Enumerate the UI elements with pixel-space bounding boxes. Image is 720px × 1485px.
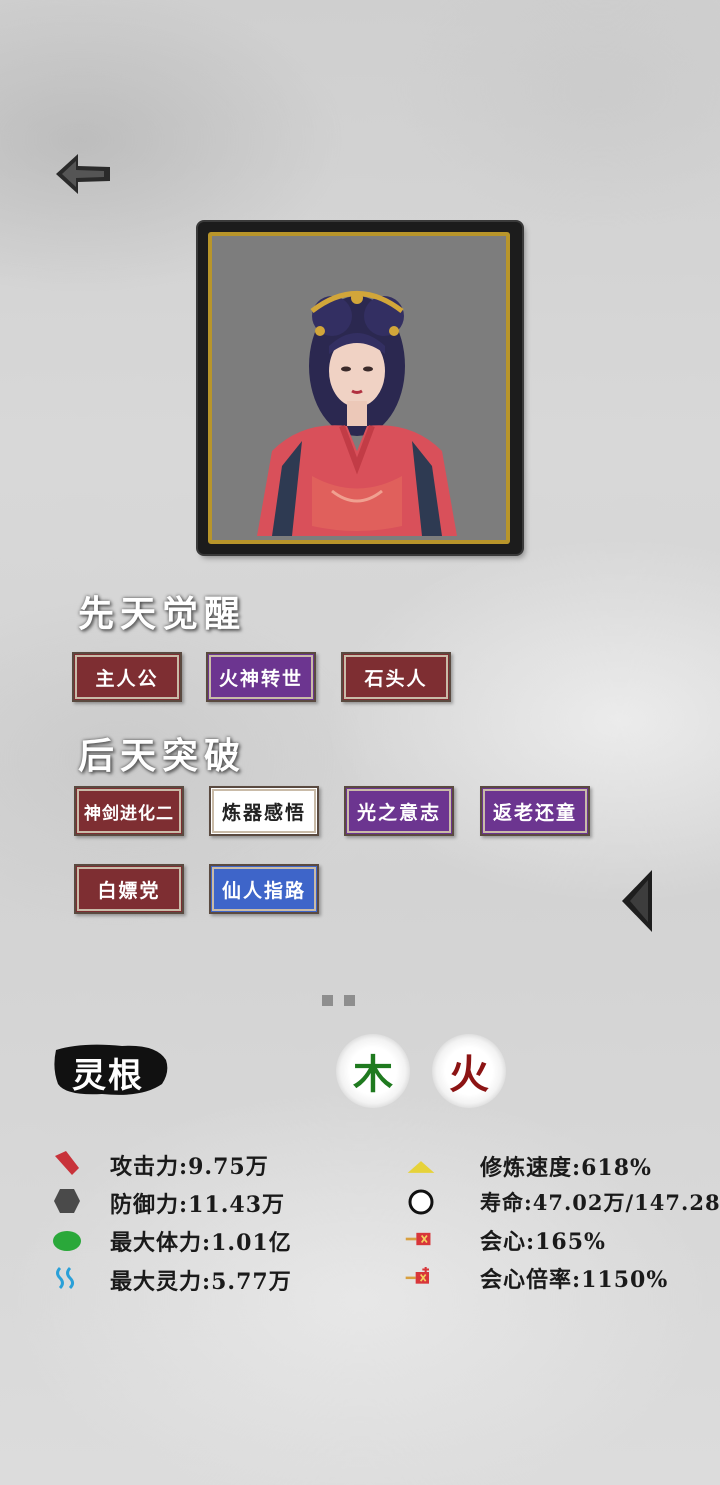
element-fire[interactable]: 火 <box>432 1034 506 1108</box>
trait-protagonist[interactable]: 主人公 <box>72 652 182 702</box>
lifespan-stat: 寿命:47.02万/147.28万 <box>480 1190 720 1215</box>
spirit-root-badge: 灵根 <box>52 1040 170 1100</box>
character-illustration <box>257 291 457 536</box>
trait-forging-insight[interactable]: 炼器感悟 <box>209 786 319 836</box>
trait-rejuvenation[interactable]: 返老还童 <box>480 786 590 836</box>
defense-icon <box>52 1186 82 1216</box>
lifespan-icon <box>406 1187 436 1217</box>
character-portrait <box>208 232 510 544</box>
trait-freeloader[interactable]: 白嫖党 <box>74 864 184 914</box>
trait-divine-sword-evolution[interactable]: 神剑进化二 <box>74 786 184 836</box>
acquired-breakthrough-title: 后天突破 <box>78 735 247 777</box>
page-indicator-dot <box>322 995 333 1006</box>
critical-stat: 会心:165% <box>480 1229 606 1255</box>
trait-fire-god-reincarnation[interactable]: 火神转世 <box>206 652 316 702</box>
page-indicator-dot <box>344 995 355 1006</box>
max-spirit-stat: 最大灵力:5.77万 <box>110 1269 292 1295</box>
defense-stat: 防御力:11.43万 <box>110 1192 286 1218</box>
trait-will-of-light[interactable]: 光之意志 <box>344 786 454 836</box>
critical-multiplier-icon <box>404 1262 434 1292</box>
back-arrow-icon <box>56 154 110 194</box>
spirit-power-icon <box>52 1264 82 1294</box>
attack-stat: 攻击力:9.75万 <box>110 1154 269 1180</box>
back-button[interactable] <box>52 150 114 200</box>
critical-multiplier-stat: 会心倍率:1150% <box>480 1267 669 1293</box>
page-prev-button[interactable] <box>620 868 654 934</box>
critical-icon <box>404 1224 434 1254</box>
innate-awakening-title: 先天觉醒 <box>78 593 247 635</box>
max-health-stat: 最大体力:1.01亿 <box>110 1230 292 1256</box>
trait-stone-man[interactable]: 石头人 <box>341 652 451 702</box>
spirit-root-label: 灵根 <box>72 1056 144 1096</box>
health-icon <box>52 1225 82 1255</box>
element-wood[interactable]: 木 <box>336 1034 410 1108</box>
attack-icon <box>52 1148 82 1178</box>
portrait-frame <box>198 222 522 554</box>
cultivation-speed-icon <box>406 1152 436 1182</box>
cultivation-speed-stat: 修炼速度:618% <box>480 1155 652 1181</box>
triangle-left-icon <box>622 870 652 932</box>
trait-immortal-guidance[interactable]: 仙人指路 <box>209 864 319 914</box>
